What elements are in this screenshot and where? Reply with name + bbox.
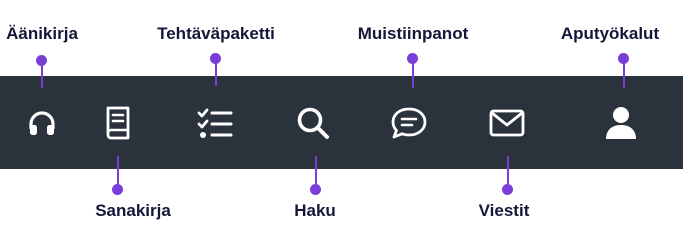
- callout-dot-search: [310, 184, 321, 195]
- label-messages: Viestit: [478, 201, 530, 220]
- callout-dot-dictionary: [112, 184, 123, 195]
- callout-line-assignment-package: [215, 58, 217, 86]
- chat-bubble-icon: [391, 107, 427, 138]
- checklist-icon: [197, 108, 233, 138]
- headphones-icon: [29, 110, 55, 135]
- assignment-package-button[interactable]: [185, 76, 245, 169]
- envelope-icon: [489, 109, 525, 136]
- search-icon: [297, 107, 329, 139]
- label-audiobook: Äänikirja: [6, 24, 78, 43]
- audiobook-button[interactable]: [12, 76, 72, 169]
- user-icon: [606, 106, 636, 139]
- callout-line-accessibility-tools: [623, 58, 625, 88]
- callout-line-notes: [412, 58, 414, 88]
- label-assignment-package: Tehtäväpaketti: [157, 24, 275, 43]
- callout-line-audiobook: [41, 60, 43, 88]
- label-notes: Muistiinpanot: [357, 24, 469, 43]
- accessibility-tools-button[interactable]: [591, 76, 651, 169]
- bottom-toolbar: [0, 76, 683, 169]
- label-dictionary: Sanakirja: [95, 201, 171, 220]
- notes-button[interactable]: [379, 76, 439, 169]
- annotated-toolbar-figure: Äänikirja Tehtäväpaketti Muistiinpanot A…: [0, 0, 683, 244]
- label-accessibility-tools: Aputyökalut: [560, 24, 660, 43]
- search-button[interactable]: [283, 76, 343, 169]
- book-icon: [106, 106, 130, 139]
- label-search: Haku: [294, 201, 336, 220]
- callout-dot-messages: [502, 184, 513, 195]
